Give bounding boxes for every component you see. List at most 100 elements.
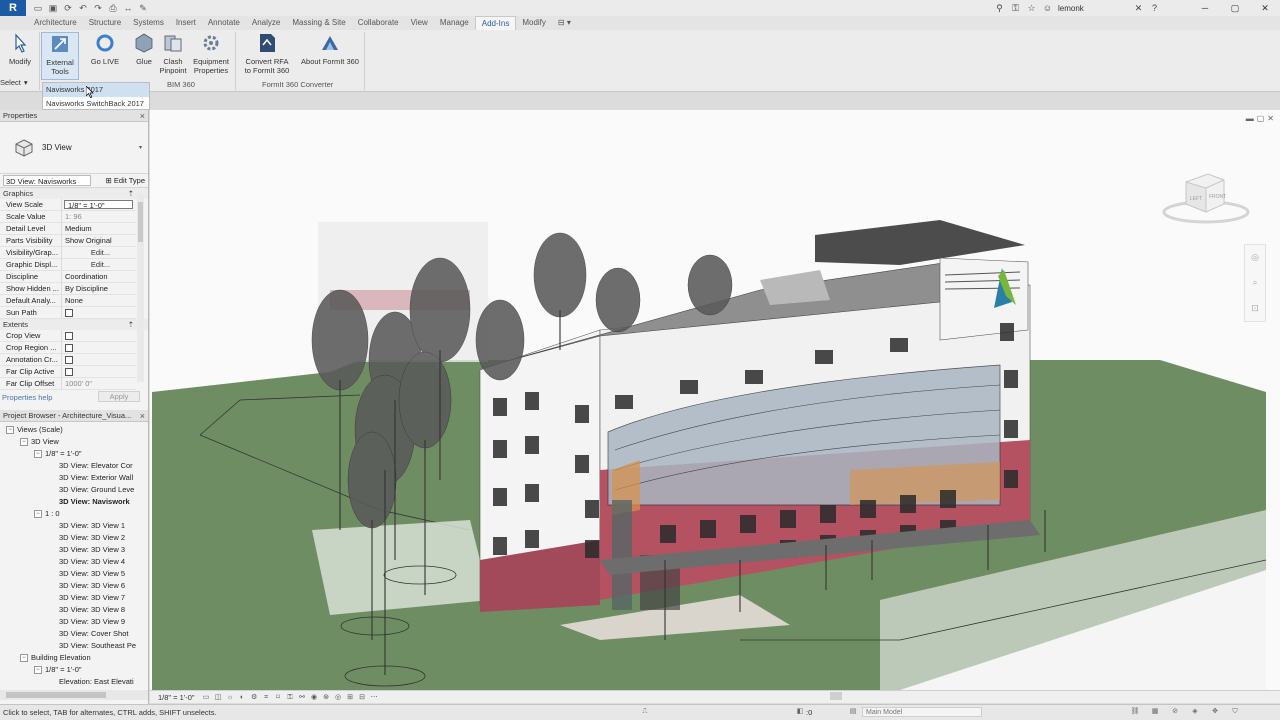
- scroll-thumb[interactable]: [6, 692, 106, 698]
- glue-button[interactable]: Glue: [130, 32, 158, 66]
- select-links-icon[interactable]: ⛓: [1130, 707, 1140, 717]
- go-live-button[interactable]: Go LIVE: [88, 32, 122, 66]
- browser-node[interactable]: −1/8" = 1'-0": [0, 448, 140, 460]
- undo-icon[interactable]: ↶: [77, 2, 89, 14]
- property-checkbox[interactable]: [65, 356, 73, 364]
- close-window-button[interactable]: ✕: [1250, 0, 1280, 16]
- visual-style-icon[interactable]: ◫: [213, 693, 224, 702]
- help-icon[interactable]: ?: [1149, 3, 1160, 14]
- temporary-hide-icon[interactable]: ⚯: [297, 693, 308, 702]
- browser-node[interactable]: 3D View: 3D View 8: [0, 604, 140, 616]
- render-icon[interactable]: ⚙: [249, 693, 260, 702]
- property-checkbox[interactable]: [65, 344, 73, 352]
- apply-button[interactable]: Apply: [98, 391, 140, 402]
- worksharing-icon[interactable]: ⊛: [321, 693, 332, 702]
- sun-path-checkbox[interactable]: [65, 309, 73, 317]
- temporary-properties-icon[interactable]: ◎: [333, 693, 344, 702]
- save-icon[interactable]: ▣: [47, 2, 59, 14]
- graphics-section[interactable]: Graphics ⇡: [0, 188, 148, 199]
- browser-node[interactable]: 3D View: 3D View 5: [0, 568, 140, 580]
- measure-icon[interactable]: ↔: [122, 2, 134, 14]
- zoom-region-icon[interactable]: ⊡: [1251, 303, 1259, 314]
- view-close-icon[interactable]: ✕: [1267, 114, 1274, 123]
- scroll-thumb[interactable]: [138, 202, 143, 242]
- annotate-icon[interactable]: ✎: [137, 2, 149, 14]
- user-name[interactable]: lemonk: [1058, 4, 1128, 13]
- browser-node[interactable]: 3D View: 3D View 7: [0, 592, 140, 604]
- redo-icon[interactable]: ↷: [92, 2, 104, 14]
- collapse-toggle-icon[interactable]: −: [34, 666, 42, 674]
- properties-help-link[interactable]: Properties help: [2, 393, 52, 402]
- viewport-hscroll-thumb[interactable]: [830, 692, 842, 700]
- extents-section[interactable]: Extents ⇡: [0, 319, 148, 330]
- select-by-face-icon[interactable]: ◈: [1190, 707, 1200, 717]
- tab-modify[interactable]: Modify: [516, 16, 552, 30]
- browser-node[interactable]: Elevation: East Elevati: [0, 676, 140, 688]
- property-checkbox[interactable]: [65, 332, 73, 340]
- browser-node[interactable]: − Views (Scale): [0, 424, 140, 436]
- tab-add-ins[interactable]: Add-Ins: [474, 16, 517, 30]
- ribbon-options-icon[interactable]: ⊟ ▾: [552, 16, 577, 30]
- app-logo[interactable]: R: [0, 0, 26, 16]
- clash-pinpoint-button[interactable]: Clash Pinpoint: [158, 32, 188, 75]
- browser-node[interactable]: 3D View: 3D View 9: [0, 616, 140, 628]
- property-checkbox[interactable]: [65, 368, 73, 376]
- drag-elements-icon[interactable]: ✥: [1210, 707, 1220, 717]
- equipment-properties-button[interactable]: Equipment Properties: [191, 32, 231, 75]
- active-model-selector[interactable]: Main Model: [862, 707, 982, 717]
- browser-node[interactable]: 3D View: 3D View 6: [0, 580, 140, 592]
- select-menu[interactable]: Select ▾: [0, 78, 40, 87]
- close-icon[interactable]: ×: [140, 411, 145, 421]
- shadows-icon[interactable]: ◐: [237, 693, 248, 702]
- tab-collaborate[interactable]: Collaborate: [352, 16, 405, 30]
- design-options-icon[interactable]: ◧: [795, 707, 805, 717]
- open-icon[interactable]: ▭: [32, 2, 44, 14]
- binoculars-icon[interactable]: ⚲: [994, 3, 1005, 14]
- property-value[interactable]: 1/8" = 1'-0": [64, 200, 133, 209]
- collapse-toggle-icon[interactable]: −: [6, 426, 14, 434]
- user-icon[interactable]: ☺: [1042, 3, 1053, 14]
- browser-node[interactable]: 3D View: Naviswork: [0, 496, 140, 508]
- property-value[interactable]: Show Original: [62, 235, 136, 246]
- properties-scrollbar[interactable]: [137, 194, 144, 382]
- editable-only-icon[interactable]: ▤: [848, 707, 858, 717]
- browser-node[interactable]: −1/8" = 1'-0": [0, 664, 140, 676]
- minimize-button[interactable]: ─: [1190, 0, 1220, 16]
- property-value[interactable]: Edit...: [62, 259, 136, 270]
- browser-node[interactable]: 3D View: Ground Leve: [0, 484, 140, 496]
- tab-view[interactable]: View: [405, 16, 434, 30]
- tab-annotate[interactable]: Annotate: [202, 16, 246, 30]
- modify-button[interactable]: Modify: [4, 32, 36, 66]
- menu-item-navisworks-2017[interactable]: Navisworks 2017: [43, 83, 149, 97]
- view-minimize-icon[interactable]: ▬: [1246, 114, 1254, 123]
- tab-architecture[interactable]: Architecture: [28, 16, 83, 30]
- property-value[interactable]: 1000' 0": [62, 378, 136, 389]
- analytical-icon[interactable]: ⊞: [345, 693, 356, 702]
- browser-node[interactable]: 3D View: Southeast Pe: [0, 640, 140, 652]
- reveal-hidden-icon[interactable]: ◉: [309, 693, 320, 702]
- select-underlay-icon[interactable]: ▦: [1150, 707, 1160, 717]
- viewcube-widget[interactable]: LEFT FRONT: [1162, 170, 1250, 226]
- browser-node[interactable]: 3D View: 3D View 1: [0, 520, 140, 532]
- zoom-icon[interactable]: ⌕: [1252, 277, 1257, 288]
- about-formit-button[interactable]: About FormIt 360: [297, 32, 363, 66]
- subscription-icon[interactable]: ⚿: [1010, 3, 1021, 14]
- browser-node[interactable]: −1 : 0: [0, 508, 140, 520]
- maximize-button[interactable]: ▢: [1220, 0, 1250, 16]
- property-value[interactable]: None: [62, 295, 136, 306]
- detail-level-icon[interactable]: ▭: [201, 693, 212, 702]
- browser-node[interactable]: − Building Elevation: [0, 652, 140, 664]
- star-icon[interactable]: ☆: [1026, 3, 1037, 14]
- tab-manage[interactable]: Manage: [434, 16, 475, 30]
- browser-node[interactable]: 3D View: 3D View 3: [0, 544, 140, 556]
- view-scale[interactable]: 1/8" = 1'-0": [150, 693, 201, 702]
- sun-path-icon[interactable]: ☼: [225, 693, 236, 702]
- tab-systems[interactable]: Systems: [127, 16, 170, 30]
- steering-wheel-icon[interactable]: ◎: [1251, 252, 1259, 263]
- browser-node[interactable]: 3D View: 3D View 4: [0, 556, 140, 568]
- exchange-icon[interactable]: ✕: [1133, 3, 1144, 14]
- property-value[interactable]: Edit...: [62, 247, 136, 258]
- show-crop-icon[interactable]: ⌑: [273, 693, 284, 702]
- browser-hscrollbar[interactable]: [0, 690, 148, 700]
- instance-selector[interactable]: 3D View: Navisworks: [3, 175, 91, 186]
